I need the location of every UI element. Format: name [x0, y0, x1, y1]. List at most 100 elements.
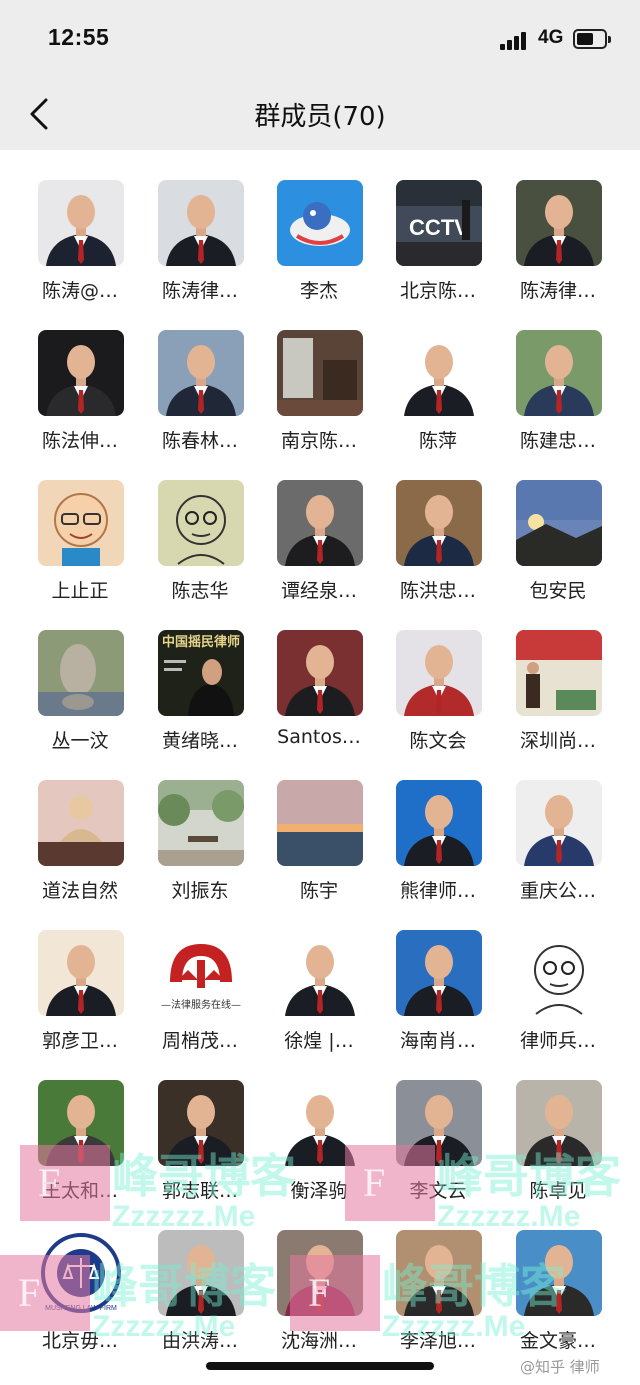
member-avatar[interactable] [158, 330, 244, 416]
member-avatar[interactable] [158, 780, 244, 866]
member-name: 李文云 [409, 1180, 467, 1202]
member-avatar[interactable] [38, 630, 124, 716]
member-name: 陈春林… [161, 430, 238, 452]
member-item[interactable]: 丛一汶 [24, 600, 136, 752]
member-avatar[interactable] [516, 180, 602, 266]
member-item[interactable]: 陈涛@… [24, 150, 136, 302]
member-item[interactable]: 律师兵… [502, 900, 614, 1052]
member-item[interactable]: 陈萍 [382, 300, 494, 452]
member-item[interactable]: 陈春林… [144, 300, 256, 452]
member-item[interactable]: 由洪涛… [144, 1200, 256, 1352]
member-avatar[interactable] [516, 1230, 602, 1316]
member-item[interactable]: CCTV 北京陈… [382, 150, 494, 302]
member-avatar[interactable]: CCTV [396, 180, 482, 266]
member-name: 陈洪忠… [399, 580, 476, 602]
member-avatar[interactable] [516, 780, 602, 866]
member-item[interactable]: 陈文会 [382, 600, 494, 752]
member-item[interactable]: 陈涛律… [502, 150, 614, 302]
member-avatar[interactable] [516, 330, 602, 416]
member-name: 徐煌 |… [284, 1030, 354, 1052]
member-avatar[interactable] [158, 180, 244, 266]
member-item[interactable]: 谭经泉… [263, 450, 375, 602]
member-name: 刘振东 [171, 880, 229, 902]
member-item[interactable]: 徐煌 |… [263, 900, 375, 1052]
member-avatar[interactable] [277, 780, 363, 866]
member-name: 深圳尚… [519, 730, 596, 752]
member-item[interactable]: 陈宇 [263, 750, 375, 902]
member-avatar[interactable] [516, 480, 602, 566]
member-avatar[interactable] [396, 780, 482, 866]
member-item[interactable]: 李杰 [263, 150, 375, 302]
member-avatar[interactable] [158, 1230, 244, 1316]
member-item[interactable]: 陈志华 [144, 450, 256, 602]
member-item[interactable]: 陈涛律… [144, 150, 256, 302]
member-item[interactable]: 中国摇民律师 黄绪晓… [144, 600, 256, 752]
member-name: 李杰 [299, 280, 338, 302]
member-item[interactable]: 沈海洲… [263, 1200, 375, 1352]
member-avatar[interactable] [38, 480, 124, 566]
member-item[interactable]: 熊律师… [382, 750, 494, 902]
member-avatar[interactable] [277, 1230, 363, 1316]
member-avatar[interactable] [38, 330, 124, 416]
member-avatar[interactable] [158, 480, 244, 566]
member-item[interactable]: MUSHENG LAW FIRM 北京毋… [24, 1200, 136, 1352]
member-avatar[interactable]: —法律服务在线— [158, 930, 244, 1016]
member-item[interactable]: 包安民 [502, 450, 614, 602]
member-item[interactable]: 李文云 [382, 1050, 494, 1202]
member-item[interactable]: 深圳尚… [502, 600, 614, 752]
member-item[interactable]: 李泽旭… [382, 1200, 494, 1352]
member-item[interactable]: —法律服务在线— 周梢茂… [144, 900, 256, 1052]
member-avatar[interactable] [38, 780, 124, 866]
member-item[interactable]: 郭彦卫… [24, 900, 136, 1052]
member-avatar[interactable] [277, 630, 363, 716]
member-item[interactable]: 陈法伸… [24, 300, 136, 452]
member-name: 陈卓见 [529, 1180, 587, 1202]
member-avatar[interactable] [516, 630, 602, 716]
member-item[interactable]: 陈建忠… [502, 300, 614, 452]
member-item[interactable]: 道法自然 [24, 750, 136, 902]
member-avatar[interactable] [396, 330, 482, 416]
member-avatar[interactable] [38, 930, 124, 1016]
clock: 12:55 [48, 24, 110, 50]
member-avatar[interactable] [396, 480, 482, 566]
member-name: 王太和… [41, 1180, 118, 1202]
member-avatar[interactable] [38, 180, 124, 266]
member-item[interactable]: 陈洪忠… [382, 450, 494, 602]
member-avatar[interactable] [277, 930, 363, 1016]
member-avatar[interactable] [158, 1080, 244, 1166]
member-avatar[interactable] [516, 930, 602, 1016]
member-avatar[interactable] [396, 1080, 482, 1166]
member-item[interactable]: 衡泽驹 [263, 1050, 375, 1202]
member-avatar[interactable]: MUSHENG LAW FIRM [38, 1230, 124, 1316]
member-name: 郭志联… [161, 1180, 238, 1202]
member-item[interactable]: Santos… [263, 600, 375, 748]
member-name: 律师兵… [519, 1030, 596, 1052]
member-avatar[interactable] [38, 1080, 124, 1166]
member-item[interactable]: 刘振东 [144, 750, 256, 902]
member-avatar[interactable] [396, 1230, 482, 1316]
member-name: 郭彦卫… [41, 1030, 118, 1052]
member-name: 陈涛律… [519, 280, 596, 302]
member-avatar[interactable] [277, 1080, 363, 1166]
member-avatar[interactable] [277, 480, 363, 566]
member-avatar[interactable] [277, 330, 363, 416]
member-item[interactable]: 海南肖… [382, 900, 494, 1052]
member-avatar[interactable] [396, 930, 482, 1016]
member-avatar[interactable] [277, 180, 363, 266]
member-item[interactable]: 南京陈… [263, 300, 375, 452]
member-avatar[interactable]: 中国摇民律师 [158, 630, 244, 716]
member-name: 陈涛@… [41, 280, 118, 302]
member-item[interactable]: 上止正 [24, 450, 136, 602]
member-name: 陈建忠… [519, 430, 596, 452]
member-avatar[interactable] [516, 1080, 602, 1166]
member-item[interactable]: 重庆公… [502, 750, 614, 902]
member-avatar[interactable] [396, 630, 482, 716]
member-item[interactable]: 王太和… [24, 1050, 136, 1202]
navigation-bar: 群成员(70) [0, 78, 640, 150]
member-name: 衡泽驹 [290, 1180, 348, 1202]
member-item[interactable]: 金文豪… [502, 1200, 614, 1352]
member-item[interactable]: 陈卓见 [502, 1050, 614, 1202]
member-item[interactable]: 郭志联… [144, 1050, 256, 1202]
home-indicator[interactable] [206, 1362, 434, 1370]
member-name: 道法自然 [41, 880, 118, 902]
